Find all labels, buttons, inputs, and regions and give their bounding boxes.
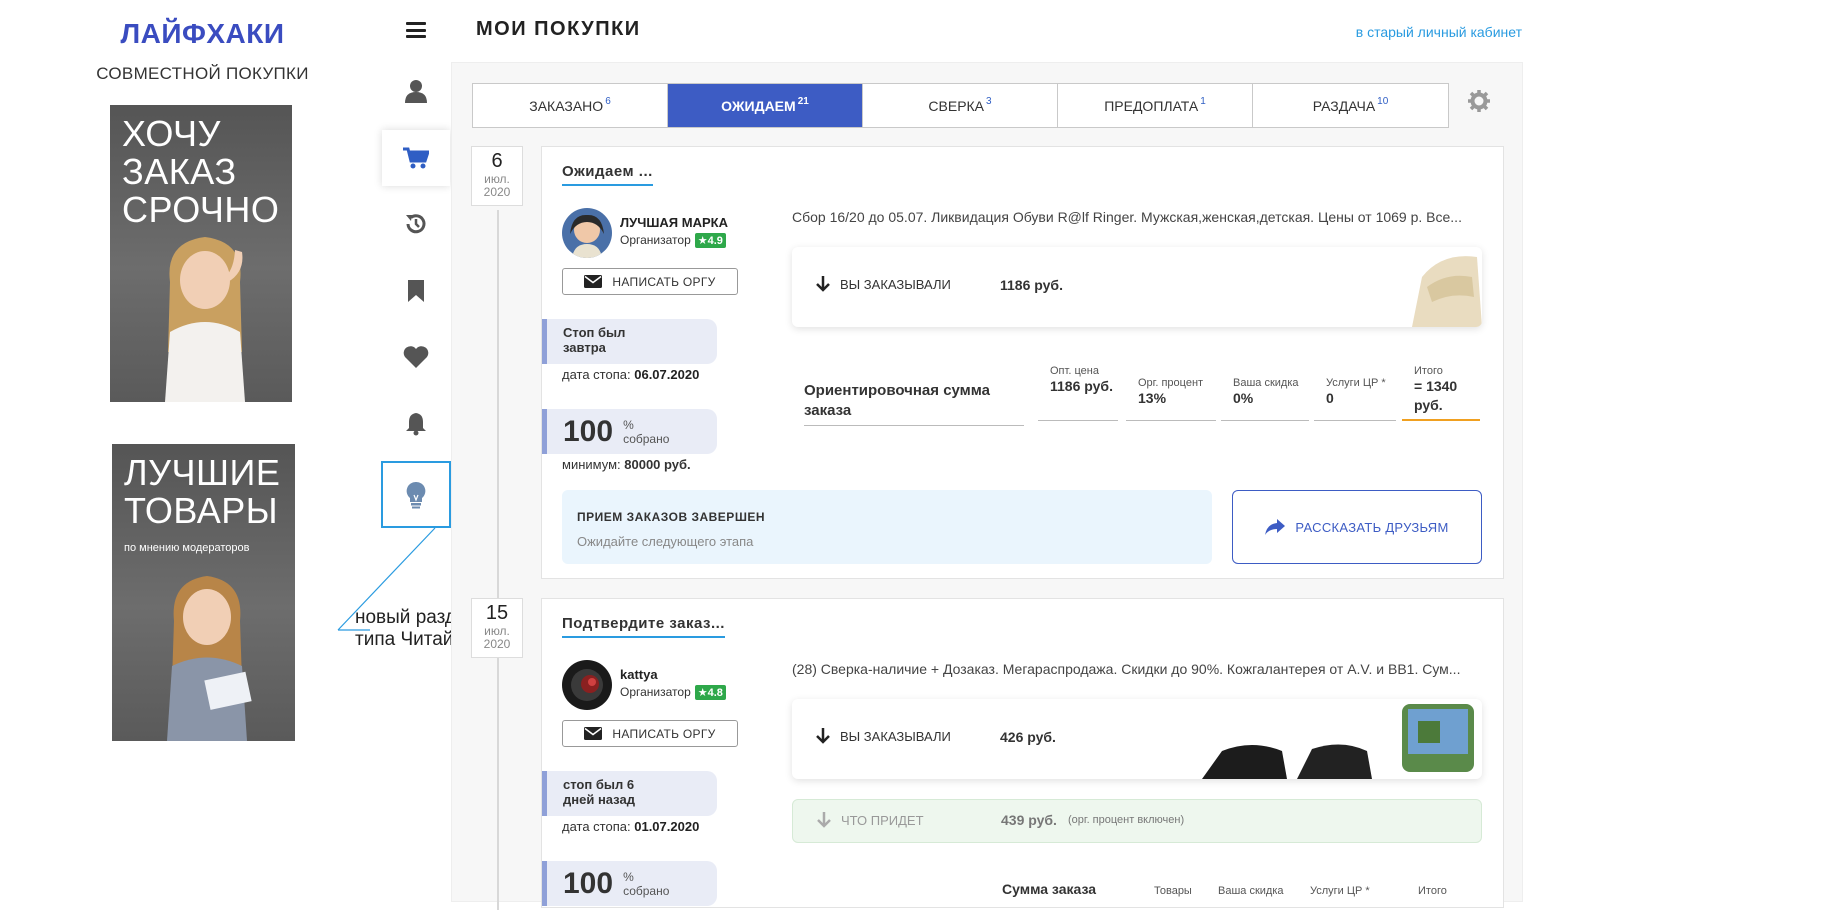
page-title: МОИ ПОКУПКИ <box>476 18 641 40</box>
ordered-panel[interactable]: ВЫ ЗАКАЗЫВАЛИ 426 руб. <box>792 699 1482 779</box>
nav-bookmarks[interactable] <box>382 263 450 319</box>
organizer-role: Организатор ★4.8 <box>620 685 726 700</box>
girl-photo <box>167 576 252 741</box>
timeline-line <box>497 210 499 910</box>
write-organizer-button[interactable]: НАПИСАТЬ ОРГУ <box>562 720 738 747</box>
stop-date: дата стопа: 01.07.2020 <box>562 819 700 834</box>
date-badge: 6 июл. 2020 <box>471 146 523 206</box>
girl-photo <box>165 237 245 402</box>
your-discount: Ваша скидка 0% <box>1221 365 1309 421</box>
avatar[interactable] <box>562 660 612 710</box>
tab-reconciliation[interactable]: СВЕРКА 3 <box>863 84 1058 127</box>
bell-icon <box>406 413 426 436</box>
lot-description[interactable]: Сбор 16/20 до 05.07. Ликвидация Обуви R@… <box>792 209 1482 225</box>
arrive-panel: ЧТО ПРИДЕТ 439 руб. (орг. процент включе… <box>792 799 1482 843</box>
card-title: Ожидаем ... <box>562 163 653 186</box>
brand-title[interactable]: ЛАЙФХАКИ <box>0 18 405 50</box>
menu-icon[interactable] <box>406 22 426 38</box>
brand-subtitle: СОВМЕСТНОЙ ПОКУПКИ <box>96 64 309 83</box>
org-percent: Орг. процент 13% <box>1126 365 1216 421</box>
card-title: Подтвердите заказ... <box>562 615 725 638</box>
organizer-role: Организатор ★4.9 <box>620 233 726 248</box>
bookmark-icon <box>408 280 424 302</box>
order-status-box: ПРИЕМ ЗАКАЗОВ ЗАВЕРШЕН Ожидайте следующе… <box>562 490 1212 564</box>
rating-badge: ★4.9 <box>694 233 726 248</box>
rating-badge: ★4.8 <box>694 685 726 700</box>
ordered-label: ВЫ ЗАКАЗЫВАЛИ <box>816 276 951 292</box>
tab-prepayment[interactable]: ПРЕДОПЛАТА 1 <box>1058 84 1253 127</box>
lot-description[interactable]: (28) Сверка-наличие + Дозаказ. Мегараспр… <box>792 661 1482 677</box>
history-icon <box>406 214 426 234</box>
product-thumbnail <box>1412 256 1482 327</box>
share-button[interactable]: РАССКАЗАТЬ ДРУЗЬЯМ <box>1232 490 1482 564</box>
order-sum-row: Ориентировочная сумма заказа Опт. цена 11… <box>792 365 1482 426</box>
share-icon <box>1265 519 1286 535</box>
arrow-down-icon <box>816 728 830 744</box>
status-tabs: ЗАКАЗАНО 6 ОЖИДАЕМ 21 СВЕРКА 3 ПРЕДОПЛАТА 1 … <box>472 83 1449 128</box>
ordered-panel[interactable]: ВЫ ЗАКАЗЫВАЛИ 1186 руб. <box>792 247 1482 327</box>
promo-banner-urgent[interactable]: ХОЧУ ЗАКАЗ СРОЧНО <box>110 105 292 402</box>
ordered-price: 1186 руб. <box>1000 277 1063 293</box>
tab-waiting[interactable]: ОЖИДАЕМ 21 <box>668 84 863 127</box>
minimum-sum: минимум: 80000 руб. <box>562 457 691 472</box>
sum-col-header: Итого <box>1418 885 1447 897</box>
arrive-price: 439 руб. <box>1001 812 1057 828</box>
collected-percent: 100 % собрано <box>542 861 717 906</box>
sum-col-header: Услуги ЦР * <box>1310 885 1370 897</box>
avatar[interactable] <box>562 208 612 258</box>
organizer-name[interactable]: kattya <box>620 667 658 682</box>
sum-col-header: Товары <box>1154 885 1192 897</box>
cart-icon <box>403 147 429 169</box>
purchase-card: Подтвердите заказ... kattya Организатор ★… <box>541 598 1504 908</box>
stop-status: стоп был 6 дней назад <box>542 771 717 816</box>
nav-profile[interactable] <box>382 63 450 119</box>
date-badge: 15 июл. 2020 <box>471 598 523 658</box>
tab-ordered[interactable]: ЗАКАЗАНО 6 <box>473 84 668 127</box>
envelope-icon <box>584 275 603 288</box>
write-organizer-button[interactable]: НАПИСАТЬ ОРГУ <box>562 268 738 295</box>
sum-title: Ориентировочная сумма заказа <box>804 381 1024 426</box>
ordered-price: 426 руб. <box>1000 729 1056 745</box>
collected-percent: 100 % собрано <box>542 409 717 454</box>
old-cabinet-link[interactable]: в старый личный кабинет <box>1300 24 1522 40</box>
order-total: Итого = 1340 руб. <box>1402 365 1480 421</box>
arrive-note: (орг. процент включен) <box>1068 814 1185 826</box>
nav-notifications[interactable] <box>382 396 450 452</box>
purchase-card: Ожидаем ... ЛУЧШАЯ МАРКА Организатор ★4.9… <box>541 146 1504 579</box>
envelope-icon <box>584 727 603 740</box>
product-thumbnails <box>1202 704 1474 779</box>
arrive-label: ЧТО ПРИДЕТ <box>817 812 924 828</box>
ordered-label: ВЫ ЗАКАЗЫВАЛИ <box>816 728 951 744</box>
lightbulb-icon <box>406 481 426 508</box>
tab-distribution[interactable]: РАЗДАЧА 10 <box>1253 84 1448 127</box>
service-fee: Услуги ЦР * 0 <box>1314 365 1396 421</box>
promo-banner-best[interactable]: ЛУЧШИЕ ТОВАРЫ по мнению модераторов <box>112 444 295 741</box>
sum-title: Сумма заказа <box>1002 881 1097 897</box>
nav-lifehacks[interactable] <box>381 461 451 528</box>
nav-history[interactable] <box>382 196 450 252</box>
promo-text: ЛУЧШИЕ ТОВАРЫ <box>124 452 281 531</box>
arrow-down-icon <box>816 276 830 292</box>
organizer-name[interactable]: ЛУЧШАЯ МАРКА <box>620 215 728 230</box>
user-icon <box>405 80 427 103</box>
nav-purchases[interactable] <box>382 130 450 186</box>
stop-date: дата стопа: 06.07.2020 <box>562 367 700 382</box>
wholesale-price: Опт. цена 1186 руб. <box>1038 365 1118 421</box>
nav-favorites[interactable] <box>382 329 450 385</box>
heart-icon <box>403 346 429 368</box>
gear-icon[interactable] <box>1468 90 1490 112</box>
arrow-down-icon <box>817 812 831 828</box>
stop-status: Стоп был завтра <box>542 319 717 364</box>
sum-col-header: Ваша скидка <box>1218 885 1284 897</box>
